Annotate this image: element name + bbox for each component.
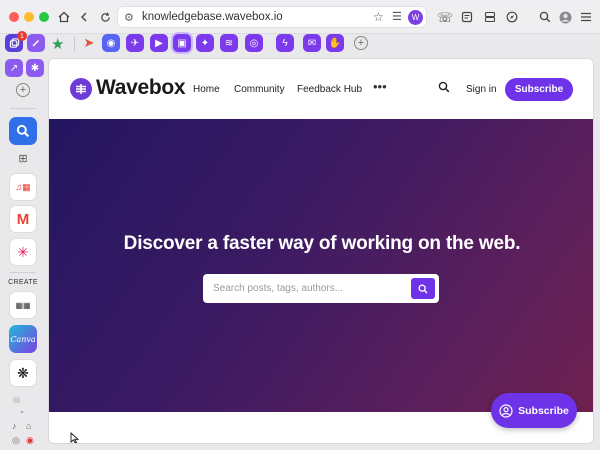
gmail-icon[interactable]: M <box>9 205 37 233</box>
add-sidebar-app-button[interactable]: + <box>16 83 30 97</box>
tab-stack-icon[interactable]: ☰ <box>392 10 402 23</box>
knowledgebase-app-icon[interactable]: ▣ <box>173 34 191 52</box>
search-app-icon[interactable] <box>9 117 37 145</box>
discord-icon[interactable]: ◉ <box>102 34 120 52</box>
create-section-label: CREATE <box>8 279 38 286</box>
webpage-frame: Wavebox Home Community Feedback Hub ••• … <box>48 58 594 444</box>
chat-app-icon[interactable]: ✉ <box>303 34 321 52</box>
sign-in-link[interactable]: Sign in <box>466 84 497 95</box>
bookmark-star-icon[interactable]: ☆ <box>373 10 384 24</box>
create-apps-group[interactable]: ▦▦ <box>9 291 37 319</box>
video-app-icon[interactable]: ▶ <box>150 34 168 52</box>
reload-icon[interactable] <box>97 9 113 25</box>
sparkle-app-icon[interactable]: ✦ <box>196 34 214 52</box>
divider <box>74 37 75 51</box>
more-menu-icon[interactable]: ••• <box>373 79 387 94</box>
profile-avatar[interactable]: W <box>408 10 423 25</box>
status-icon[interactable]: ◉ <box>26 435 34 446</box>
rss-app-icon[interactable]: ≋ <box>220 34 238 52</box>
hero-search-box <box>203 274 439 303</box>
floating-subscribe-button[interactable]: Subscribe <box>491 393 577 428</box>
settings-app-icon[interactable]: ✱ <box>26 59 44 77</box>
address-bar[interactable]: ⚙ knowledgebase.wavebox.io ☆ ☰ W <box>117 6 427 28</box>
rocket-app-icon[interactable]: ✈ <box>126 34 144 52</box>
site-settings-icon[interactable]: ⚙ <box>124 11 134 24</box>
browser-toolbar: ⚙ knowledgebase.wavebox.io ☆ ☰ W ☏ <box>0 0 600 34</box>
account-icon[interactable] <box>557 9 573 25</box>
mouse-cursor-icon <box>70 431 80 443</box>
bolt-app-icon[interactable]: ϟ <box>276 34 294 52</box>
hero-section: Discover a faster way of working on the … <box>49 119 593 443</box>
canva-icon[interactable]: Canva <box>9 325 37 353</box>
divider <box>10 272 36 273</box>
menu-icon[interactable] <box>578 9 594 25</box>
compass-small-icon[interactable]: ◎ <box>12 435 20 446</box>
send-app-icon[interactable]: ➤ <box>80 34 98 52</box>
phone-icon[interactable]: ☏ <box>437 9 453 25</box>
app-grid-icon[interactable]: ⊞ <box>9 149 37 167</box>
chatgpt-icon[interactable]: ❋ <box>9 359 37 387</box>
split-view-icon[interactable] <box>482 9 498 25</box>
group-switcher-button[interactable]: 1 <box>5 31 27 52</box>
sidebar: ↗ ✱ + ⊞ ♫▦ M ✳ CREATE ▦▦ Canva ❋ ▤ ⌄ ♪ ⌂… <box>0 55 46 450</box>
hero-title: Discover a faster way of working on the … <box>123 233 521 254</box>
app-tab-row: 1 ★ ➤ ◉ ✈ ▶ ▣ ✦ ≋ ◎ ϟ ✉ ✋ + <box>0 31 600 54</box>
slack-icon[interactable]: ✳ <box>9 238 37 266</box>
home-icon[interactable] <box>56 9 72 25</box>
wavebox-logo-icon[interactable] <box>70 78 92 100</box>
hero-search-input[interactable] <box>203 274 409 303</box>
hand-app-icon[interactable]: ✋ <box>326 34 344 52</box>
site-search-icon[interactable] <box>438 81 450 96</box>
lock-icon[interactable]: ⌂ <box>26 421 31 431</box>
bell-icon[interactable]: ♪ <box>12 421 17 431</box>
brand-name[interactable]: Wavebox <box>96 76 186 100</box>
pen-app-button[interactable] <box>27 34 45 52</box>
apple-apps-group[interactable]: ♫▦ <box>9 173 37 201</box>
window-close-button[interactable] <box>9 12 19 22</box>
analytics-app-icon[interactable]: ↗ <box>5 59 23 77</box>
window-zoom-button[interactable] <box>39 12 49 22</box>
globe-app-icon[interactable]: ◎ <box>245 34 263 52</box>
nav-community-link[interactable]: Community <box>234 84 285 95</box>
star-app-icon[interactable]: ★ <box>51 35 64 53</box>
nav-home-link[interactable]: Home <box>193 84 220 95</box>
url-text[interactable]: knowledgebase.wavebox.io <box>142 11 283 23</box>
site-header: Wavebox Home Community Feedback Hub ••• … <box>49 59 593 119</box>
floating-subscribe-label: Subscribe <box>518 404 569 417</box>
chevron-down-icon[interactable]: ⌄ <box>19 407 25 415</box>
nav-feedback-hub-link[interactable]: Feedback Hub <box>297 84 362 95</box>
user-circle-icon <box>499 403 513 418</box>
compass-icon[interactable] <box>504 9 520 25</box>
hero-search-button[interactable] <box>411 278 435 299</box>
divider <box>10 108 36 109</box>
more-apps-icon[interactable]: ▤ <box>13 395 21 404</box>
search-icon[interactable] <box>537 9 553 25</box>
back-arrow-icon[interactable] <box>76 9 92 25</box>
window-minimize-button[interactable] <box>24 12 34 22</box>
reading-list-icon[interactable] <box>459 9 475 25</box>
add-app-button[interactable]: + <box>354 36 368 50</box>
subscribe-button[interactable]: Subscribe <box>505 78 573 101</box>
notification-badge: 1 <box>17 31 27 41</box>
